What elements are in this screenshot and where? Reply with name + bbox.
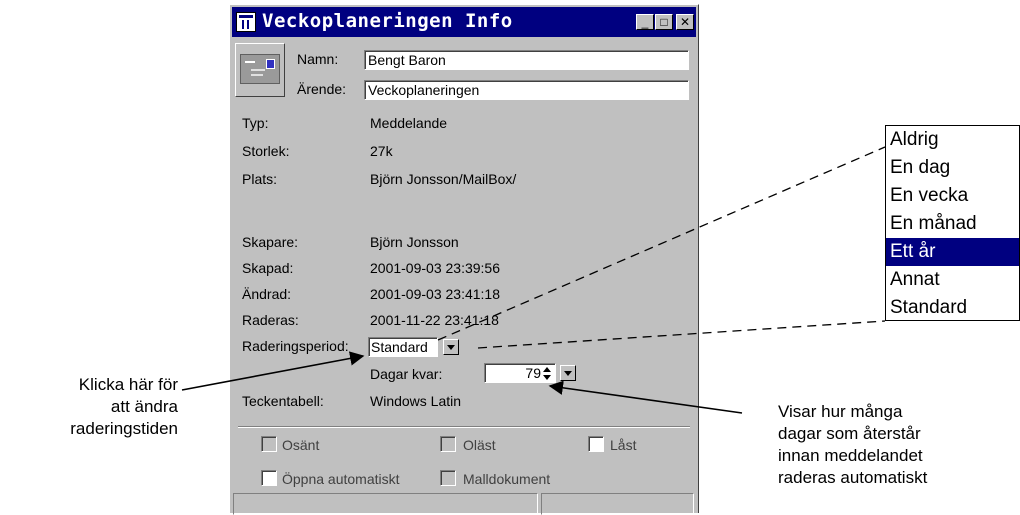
created-value: 2001-09-03 23:39:56 xyxy=(370,260,500,276)
popup-option-annat[interactable]: Annat xyxy=(886,266,1019,294)
deletion-period-label: Raderingsperiod: xyxy=(242,338,349,354)
minimize-button[interactable]: _ xyxy=(636,14,654,30)
calendar-app-icon xyxy=(236,12,256,32)
delete-date-value: 2001-11-22 23:41:18 xyxy=(370,312,499,328)
charset-value: Windows Latin xyxy=(370,393,462,409)
period-dropdown-button[interactable] xyxy=(443,339,459,355)
right-callout-line: raderas automatiskt xyxy=(778,468,928,487)
maximize-button[interactable]: □ xyxy=(655,14,673,30)
size-label: Storlek: xyxy=(242,143,290,159)
delete-date-label: Raderas: xyxy=(242,312,299,328)
popup-option-en-vecka[interactable]: En vecka xyxy=(886,182,1019,210)
unread-checkbox[interactable] xyxy=(440,436,456,452)
right-callout-line: dagar som återstår xyxy=(778,424,921,443)
name-label: Namn: xyxy=(297,51,339,67)
locked-label: Låst xyxy=(610,437,637,453)
days-dropdown-button[interactable] xyxy=(560,365,576,381)
unsent-label: Osänt xyxy=(282,437,320,453)
days-spin-icon[interactable] xyxy=(541,366,553,382)
window-title: Veckoplaneringen Info xyxy=(262,10,513,32)
days-left-label: Dagar kvar: xyxy=(370,366,443,382)
subject-label: Ärende: xyxy=(297,81,347,97)
popup-option-ett-ar[interactable]: Ett år xyxy=(886,238,1019,266)
location-label: Plats: xyxy=(242,171,278,187)
envelope-message-icon xyxy=(235,43,285,97)
subject-field[interactable]: Veckoplaneringen xyxy=(364,80,689,100)
info-dialog: Veckoplaneringen Info _ □ ✕ Namn: Bengt … xyxy=(229,4,699,515)
unread-label: Oläst xyxy=(463,437,496,453)
creator-label: Skapare: xyxy=(242,234,299,250)
status-bar-right xyxy=(541,493,694,515)
location-value: Björn Jonsson/MailBox/ xyxy=(370,171,517,187)
auto-open-checkbox[interactable] xyxy=(261,470,277,486)
left-callout-line: raderingstiden xyxy=(70,419,178,438)
left-callout-line: Klicka här för xyxy=(78,375,178,394)
type-label: Typ: xyxy=(242,115,269,131)
close-button[interactable]: ✕ xyxy=(676,14,694,30)
right-callout-line: innan meddelandet xyxy=(778,446,923,465)
popup-option-aldrig[interactable]: Aldrig xyxy=(886,126,1019,154)
status-bar-left xyxy=(233,493,538,515)
unsent-checkbox[interactable] xyxy=(261,436,277,452)
name-field[interactable]: Bengt Baron xyxy=(364,50,689,70)
popup-option-standard[interactable]: Standard xyxy=(886,294,1019,322)
locked-checkbox[interactable] xyxy=(588,436,604,452)
creator-value: Björn Jonsson xyxy=(370,234,459,250)
divider xyxy=(238,426,690,428)
right-callout: Visar hur många dagar som återstår innan… xyxy=(778,401,927,489)
popup-option-en-dag[interactable]: En dag xyxy=(886,154,1019,182)
auto-open-label: Öppna automatiskt xyxy=(282,471,400,487)
created-label: Skapad: xyxy=(242,260,294,276)
template-checkbox[interactable] xyxy=(440,470,456,486)
template-label: Malldokument xyxy=(463,471,551,487)
modified-value: 2001-09-03 23:41:18 xyxy=(370,286,500,302)
size-value: 27k xyxy=(370,143,393,159)
right-callout-line: Visar hur många xyxy=(778,402,903,421)
title-bar[interactable]: Veckoplaneringen Info _ □ ✕ xyxy=(232,7,696,37)
deletion-period-select[interactable]: Standard xyxy=(368,337,438,357)
popup-option-en-manad[interactable]: En månad xyxy=(886,210,1019,238)
modified-label: Ändrad: xyxy=(242,286,292,302)
left-callout: Klicka här för att ändra raderingstiden xyxy=(20,374,178,440)
charset-label: Teckentabell: xyxy=(242,393,324,409)
deletion-period-popup[interactable]: Aldrig En dag En vecka En månad Ett år A… xyxy=(885,125,1020,321)
type-value: Meddelande xyxy=(370,115,448,131)
left-callout-line: att ändra xyxy=(110,397,178,416)
